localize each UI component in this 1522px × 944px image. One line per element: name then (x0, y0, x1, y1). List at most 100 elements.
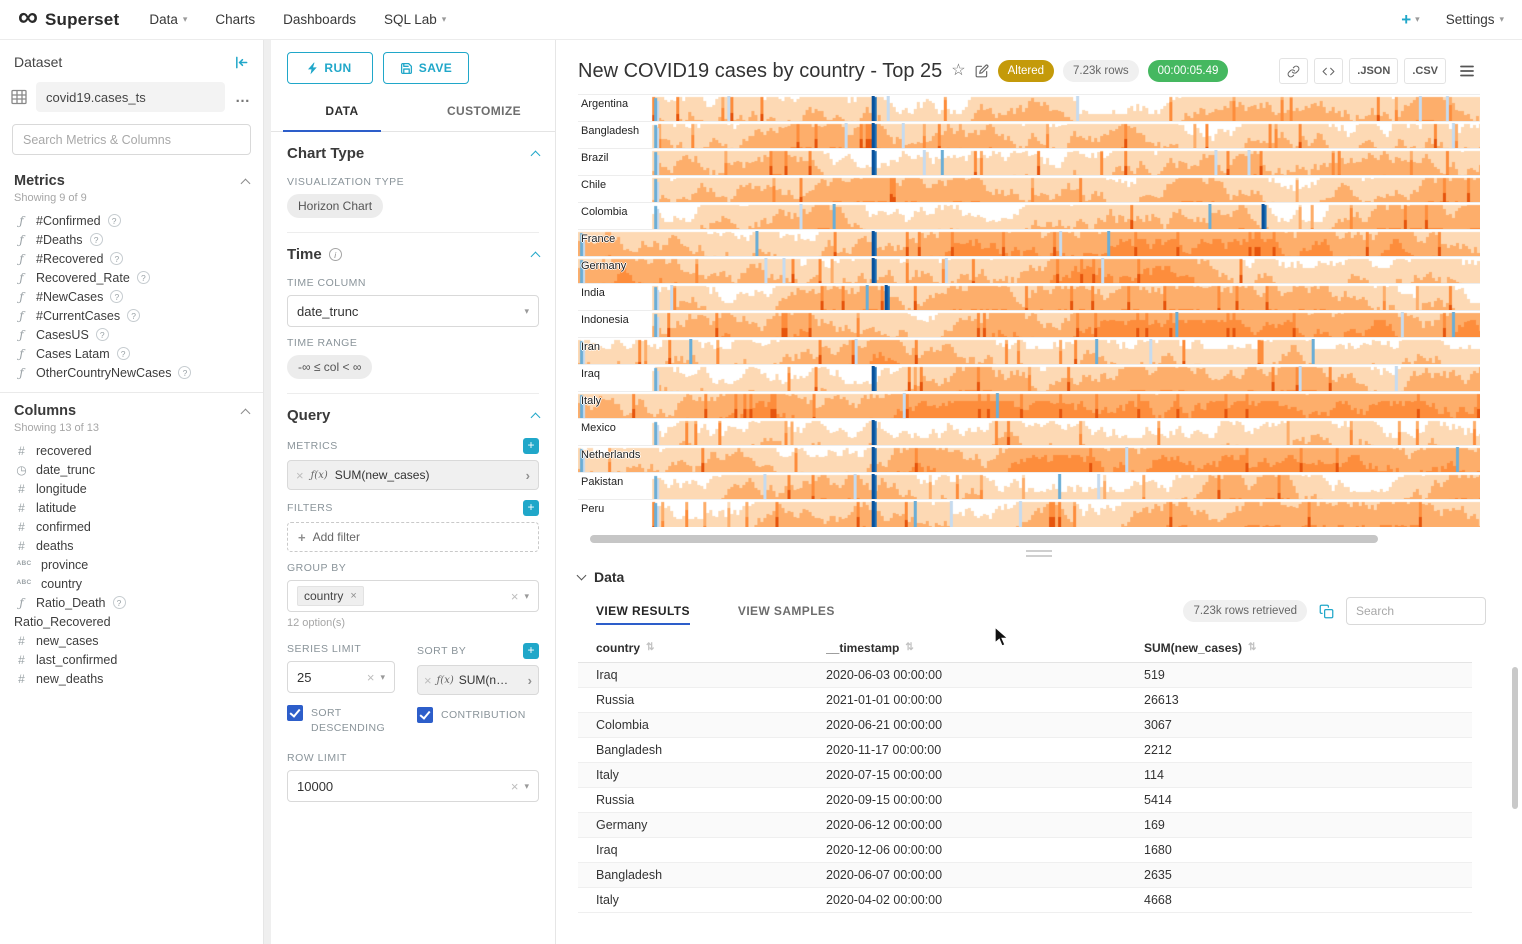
tab-data[interactable]: DATA (271, 92, 413, 131)
chevron-up-icon[interactable] (531, 252, 541, 262)
metric-item[interactable]: ƒ #Confirmed ? (0, 211, 263, 230)
horizontal-scrollbar-thumb[interactable] (590, 535, 1378, 543)
sort-descending-checkbox[interactable] (287, 705, 303, 721)
chevron-up-icon[interactable] (241, 178, 251, 188)
column-header[interactable]: country ⇅ (578, 641, 826, 655)
remove-tag-icon[interactable]: × (350, 591, 356, 602)
horizon-row[interactable]: Germany (578, 256, 1480, 283)
vertical-scrollbar-thumb[interactable] (1512, 667, 1518, 809)
table-row[interactable]: Russia 2021-01-01 00:00:00 26613 (578, 688, 1472, 713)
column-item[interactable]: ƒ Ratio_Death ? (0, 593, 263, 612)
table-row[interactable]: Italy 2020-07-15 00:00:00 114 (578, 763, 1472, 788)
nav-item[interactable]: Data ▾ (149, 12, 187, 27)
time-column-select[interactable]: date_trunc ▾ (287, 295, 539, 327)
chevron-up-icon[interactable] (531, 151, 541, 161)
horizon-row[interactable]: Brazil (578, 148, 1480, 175)
export-csv-button[interactable]: .CSV (1404, 58, 1446, 84)
chevron-up-icon[interactable] (241, 408, 251, 418)
sort-icon[interactable]: ⇅ (905, 642, 913, 653)
metric-item[interactable]: ƒ Cases Latam ? (0, 344, 263, 363)
column-item[interactable]: # latitude (0, 498, 263, 517)
horizon-row[interactable]: Italy (578, 391, 1480, 418)
metric-pill[interactable]: × ƒ(x) SUM(new_cases) › (287, 460, 539, 490)
dataset-options-icon[interactable]: … (233, 89, 253, 106)
metric-item[interactable]: ƒ OtherCountryNewCases ? (0, 363, 263, 382)
horizon-row[interactable]: France (578, 229, 1480, 256)
series-limit-select[interactable]: 25 × ▾ (287, 661, 395, 693)
metric-item[interactable]: ƒ Recovered_Rate ? (0, 268, 263, 287)
add-filter-button[interactable]: + (523, 500, 539, 516)
metrics-columns-search-input[interactable] (12, 124, 251, 155)
remove-sort-icon[interactable]: × (424, 674, 432, 687)
column-item[interactable]: ABC province (0, 555, 263, 574)
tab-customize[interactable]: CUSTOMIZE (413, 92, 555, 131)
viz-type-value[interactable]: Horizon Chart (287, 194, 383, 218)
table-row[interactable]: Bangladesh 2020-06-07 00:00:00 2635 (578, 863, 1472, 888)
table-row[interactable]: Iraq 2020-12-06 00:00:00 1680 (578, 838, 1472, 863)
settings-menu[interactable]: Settings ▾ (1446, 12, 1504, 27)
horizon-row[interactable]: Iran (578, 337, 1480, 364)
expand-metric-icon[interactable]: › (526, 469, 530, 482)
metric-item[interactable]: ƒ #Recovered ? (0, 249, 263, 268)
column-item[interactable]: # longitude (0, 479, 263, 498)
table-row[interactable]: Iraq 2020-06-03 00:00:00 519 (578, 663, 1472, 688)
column-item[interactable]: # new_deaths (0, 669, 263, 688)
horizon-row[interactable]: Mexico (578, 418, 1480, 445)
horizon-row[interactable]: India (578, 283, 1480, 310)
tab-view-results[interactable]: VIEW RESULTS (596, 591, 690, 631)
nav-item[interactable]: SQL Lab ▾ (384, 12, 446, 27)
altered-badge[interactable]: Altered (998, 60, 1054, 82)
nav-item[interactable]: Charts (215, 12, 255, 27)
group-by-tag[interactable]: country × (297, 586, 364, 606)
results-search-input[interactable] (1346, 597, 1486, 625)
nav-item[interactable]: Dashboards (283, 12, 356, 27)
horizon-row[interactable]: Iraq (578, 364, 1480, 391)
table-row[interactable]: Colombia 2020-06-21 00:00:00 3067 (578, 713, 1472, 738)
run-button[interactable]: RUN (287, 52, 373, 84)
horizon-row[interactable]: Peru (578, 499, 1480, 526)
horizon-row[interactable]: Indonesia (578, 310, 1480, 337)
favorite-star-icon[interactable]: ☆ (951, 63, 965, 79)
horizon-row[interactable]: Bangladesh (578, 121, 1480, 148)
sort-icon[interactable]: ⇅ (646, 642, 654, 653)
metric-item[interactable]: ƒ CasesUS ? (0, 325, 263, 344)
horizon-row[interactable]: Pakistan (578, 472, 1480, 499)
sort-by-select[interactable]: × ƒ(x) SUM(new_cases) › (417, 665, 539, 695)
chevron-up-icon[interactable] (531, 413, 541, 423)
edit-properties-icon[interactable] (975, 64, 989, 78)
table-row[interactable]: Bangladesh 2020-11-17 00:00:00 2212 (578, 738, 1472, 763)
resize-handle[interactable] (1026, 550, 1052, 557)
copy-link-button[interactable] (1279, 58, 1308, 84)
group-by-select[interactable]: country × × ▾ (287, 580, 539, 612)
superset-logo[interactable]: ∞ Superset (18, 10, 119, 30)
column-item[interactable]: # recovered (0, 441, 263, 460)
clear-icon[interactable]: × (511, 590, 519, 603)
column-item[interactable]: ◷ date_trunc (0, 460, 263, 479)
horizon-row[interactable]: Colombia (578, 202, 1480, 229)
save-button[interactable]: SAVE (383, 52, 469, 84)
metric-item[interactable]: ƒ #CurrentCases ? (0, 306, 263, 325)
embed-code-button[interactable] (1314, 58, 1343, 84)
expand-sort-icon[interactable]: › (528, 674, 532, 687)
column-header[interactable]: SUM(new_cases) ⇅ (1144, 641, 1472, 655)
column-header[interactable]: __timestamp ⇅ (826, 641, 1144, 655)
table-row[interactable]: Germany 2020-06-12 00:00:00 169 (578, 813, 1472, 838)
add-metric-button[interactable]: + (523, 438, 539, 454)
add-filter-dropzone[interactable]: + Add filter (287, 522, 539, 552)
tab-view-samples[interactable]: VIEW SAMPLES (738, 591, 835, 631)
add-sort-by-button[interactable]: + (523, 643, 539, 659)
metric-item[interactable]: ƒ #NewCases ? (0, 287, 263, 306)
column-item[interactable]: Ratio_Recovered (0, 612, 263, 631)
column-item[interactable]: # confirmed (0, 517, 263, 536)
copy-data-icon[interactable] (1319, 604, 1334, 619)
horizon-row[interactable]: Argentina (578, 94, 1480, 121)
sort-icon[interactable]: ⇅ (1248, 642, 1256, 653)
clear-icon[interactable]: × (511, 780, 519, 793)
column-item[interactable]: ABC country (0, 574, 263, 593)
table-row[interactable]: Italy 2020-04-02 00:00:00 4668 (578, 888, 1472, 913)
chevron-down-icon[interactable] (577, 571, 587, 581)
horizon-row[interactable]: Netherlands (578, 445, 1480, 472)
contribution-checkbox[interactable] (417, 707, 433, 723)
metric-item[interactable]: ƒ #Deaths ? (0, 230, 263, 249)
remove-metric-icon[interactable]: × (296, 469, 304, 482)
